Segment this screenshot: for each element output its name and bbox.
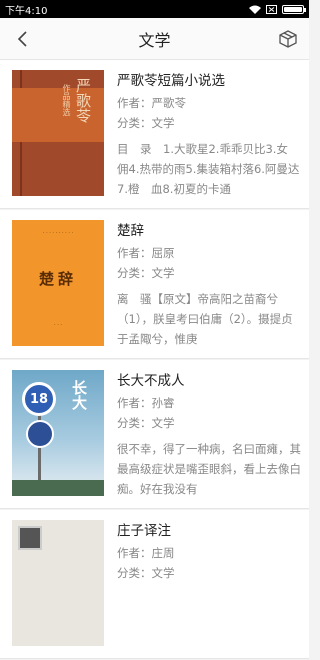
cover-subtitle: 作品精选 [62, 84, 71, 116]
wifi-icon [249, 5, 261, 14]
cover-header-text: · · · · · · · · · · [42, 230, 74, 236]
book-list: 严歌苓 作品精选 严歌苓短篇小说选 作者：严歌苓 分类：文学 目 录 1.大歌星… [0, 60, 309, 660]
book-title: 楚辞 [117, 223, 144, 239]
cover-title: 长大 [70, 380, 88, 410]
cover-ground [12, 480, 104, 496]
cover-title: 楚辞 [38, 270, 77, 288]
book-author: 作者：孙睿 [117, 396, 175, 410]
book-author: 作者：屈原 [117, 246, 175, 260]
cover-title: 严歌苓 [74, 78, 92, 123]
book-info: 长大不成人 作者：孙睿 分类：文学 很不幸，得了一种病，名曰面瘫，其最高级症状是… [104, 370, 309, 508]
book-author: 作者：庄周 [117, 546, 175, 560]
book-title: 长大不成人 [117, 373, 185, 389]
box-icon [279, 30, 297, 48]
book-category: 分类：文学 [117, 266, 175, 280]
book-cover: 18 长大 [12, 370, 104, 496]
book-author: 作者：严歌苓 [117, 96, 186, 110]
book-summary [117, 589, 303, 649]
cover-image [18, 526, 42, 550]
cover-sign-secondary [26, 420, 54, 448]
battery-icon [282, 4, 306, 14]
book-info: 楚辞 作者：屈原 分类：文学 离 骚【原文】帝高阳之苗裔兮（1），朕皇考曰伯庸（… [104, 220, 309, 358]
cover-sign: 18 [22, 382, 56, 416]
page-title: 文学 [138, 30, 171, 50]
status-icons [249, 4, 306, 14]
app-header: 文学 [0, 18, 309, 60]
book-title: 严歌苓短篇小说选 [117, 73, 225, 89]
book-category: 分类：文学 [117, 416, 175, 430]
status-time: 下午4:10 [5, 5, 48, 17]
status-bar: 下午4:10 [0, 0, 309, 18]
book-item[interactable]: 18 长大 长大不成人 作者：孙睿 分类：文学 很不幸，得了一种病，名曰面瘫，其… [0, 360, 309, 509]
book-item[interactable]: 庄子译注 作者：庄周 分类：文学 [0, 510, 309, 659]
book-summary: 很不幸，得了一种病，名曰面瘫，其最高级症状是嘴歪眼斜，看上去像白痴。好在我没有 [117, 442, 301, 496]
cover-publisher-mark: · · · [54, 322, 62, 328]
book-title: 庄子译注 [117, 523, 171, 539]
book-item[interactable]: · · · · · · · · · · 楚辞 · · · 楚辞 作者：屈原 分类… [0, 210, 309, 359]
book-cover [12, 520, 104, 646]
book-cover: 严歌苓 作品精选 [12, 70, 104, 196]
book-cover: · · · · · · · · · · 楚辞 · · · [12, 220, 104, 346]
book-category: 分类：文学 [117, 566, 175, 580]
book-item[interactable]: 严歌苓 作品精选 严歌苓短篇小说选 作者：严歌苓 分类：文学 目 录 1.大歌星… [0, 60, 309, 209]
book-category: 分类：文学 [117, 116, 175, 130]
book-summary: 离 骚【原文】帝高阳之苗裔兮（1），朕皇考曰伯庸（2）。摄提贞于孟陬兮，惟庚 [117, 292, 293, 346]
bookshelf-button[interactable] [275, 26, 301, 52]
book-summary: 目 录 1.大歌星2.乖乖贝比3.女 佣4.热带的雨5.集装箱村落6.阿曼达7.… [117, 142, 300, 196]
book-info: 严歌苓短篇小说选 作者：严歌苓 分类：文学 目 录 1.大歌星2.乖乖贝比3.女… [104, 70, 309, 208]
chevron-left-icon [17, 31, 27, 47]
back-button[interactable] [10, 27, 34, 51]
book-info: 庄子译注 作者：庄周 分类：文学 [104, 520, 309, 658]
no-sim-icon [266, 4, 277, 14]
